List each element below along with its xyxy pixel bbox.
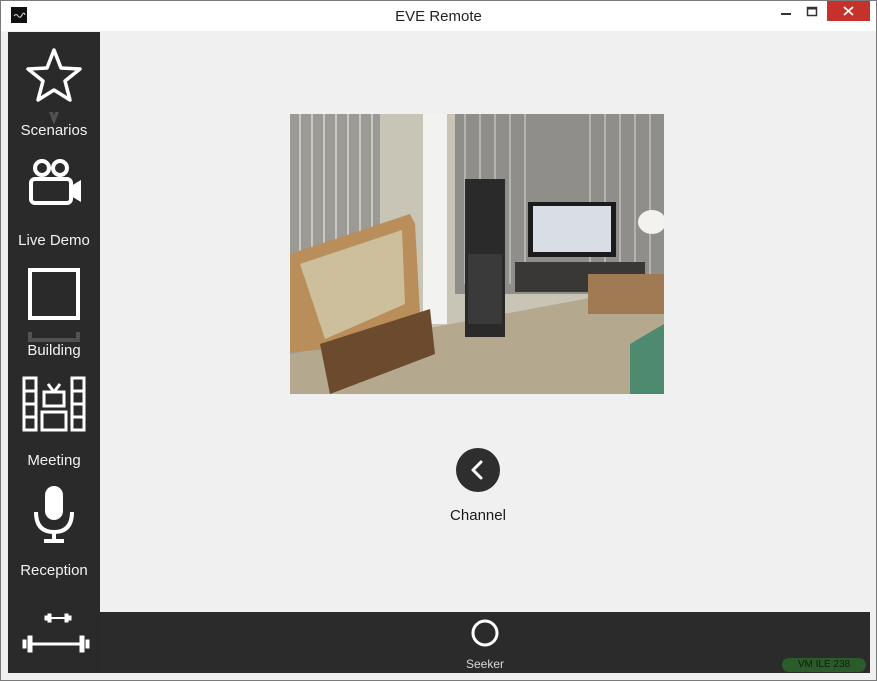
camera-feed[interactable] bbox=[290, 114, 664, 394]
meeting-room-icon bbox=[22, 376, 86, 432]
dumbbell-icon bbox=[22, 613, 90, 653]
seeker-button[interactable] bbox=[470, 618, 500, 648]
minimize-icon bbox=[781, 13, 791, 15]
main-content: Channel bbox=[100, 32, 870, 612]
sidebar-item-fitness[interactable] bbox=[8, 582, 100, 673]
sidebar-item-meeting[interactable]: Meeting bbox=[8, 362, 100, 472]
window-title: EVE Remote bbox=[395, 8, 482, 25]
minimize-button[interactable] bbox=[773, 1, 799, 21]
seeker-label: Seeker bbox=[465, 657, 505, 671]
video-camera-icon bbox=[29, 159, 81, 205]
sidebar: Scenarios Live Demo Building Meeting Rec… bbox=[8, 32, 100, 673]
sidebar-item-label: Meeting bbox=[27, 452, 81, 469]
sidebar-item-building[interactable]: Building bbox=[8, 252, 100, 362]
title-bar[interactable]: EVE Remote bbox=[1, 1, 876, 31]
sidebar-item-scenarios[interactable]: Scenarios bbox=[8, 32, 100, 142]
sidebar-item-live-demo[interactable]: Live Demo bbox=[8, 142, 100, 252]
channel-back-button[interactable] bbox=[456, 448, 500, 492]
chevron-left-icon bbox=[471, 460, 483, 480]
star-icon bbox=[26, 48, 82, 102]
building-square-icon bbox=[28, 268, 80, 320]
right-border bbox=[870, 32, 876, 673]
maximize-button[interactable] bbox=[799, 1, 825, 21]
sidebar-item-label: Building bbox=[27, 342, 81, 359]
camera-feed-image bbox=[290, 114, 664, 394]
sidebar-item-label: Scenarios bbox=[20, 122, 88, 139]
sidebar-item-label: Live Demo bbox=[18, 232, 90, 249]
sidebar-item-label: Reception bbox=[20, 562, 88, 579]
status-badge: VM ILE 238 bbox=[782, 658, 866, 672]
close-icon bbox=[843, 6, 854, 16]
app-window: EVE Remote Scenarios Live Demo Building … bbox=[0, 0, 877, 681]
close-button[interactable] bbox=[827, 1, 870, 21]
seeker-ring-icon bbox=[471, 619, 499, 647]
sidebar-item-reception[interactable]: Reception bbox=[8, 472, 100, 582]
channel-label: Channel bbox=[450, 507, 506, 524]
microphone-icon bbox=[34, 486, 74, 543]
bottom-bar: Seeker VM ILE 238 bbox=[100, 612, 870, 673]
maximize-icon bbox=[806, 6, 818, 17]
